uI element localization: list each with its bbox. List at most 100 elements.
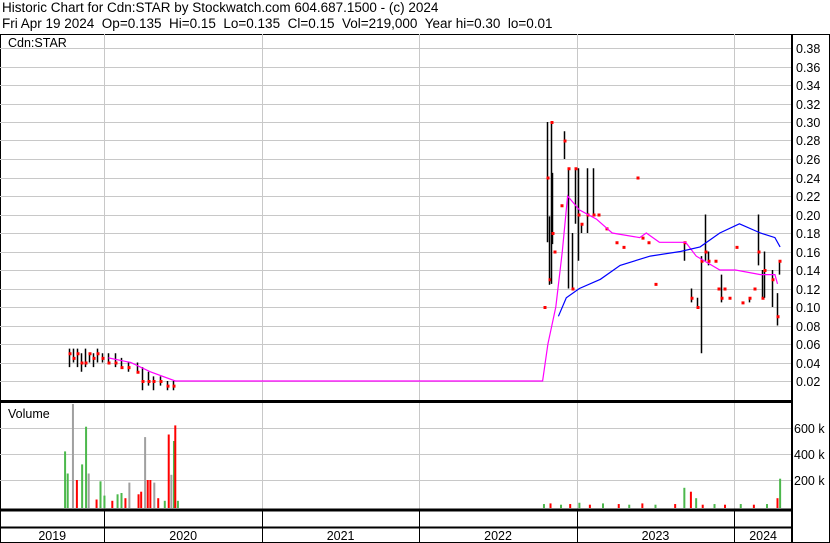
- price-tick-label: 0.12: [796, 283, 820, 297]
- close-marker: [543, 306, 547, 309]
- volume-bar: [695, 498, 698, 508]
- close-marker: [84, 361, 88, 365]
- close-marker: [166, 384, 170, 388]
- close-marker: [92, 356, 96, 360]
- volume-bar: [776, 498, 779, 508]
- price-tick-label: 0.28: [796, 134, 820, 148]
- volume-bar: [163, 500, 166, 508]
- close-marker: [615, 241, 619, 245]
- close-marker: [690, 296, 694, 300]
- volume-tick-label: 600 k: [794, 422, 825, 436]
- volume-bar: [701, 504, 704, 508]
- close-marker: [553, 250, 557, 254]
- volume-tick-label: 200 k: [794, 474, 825, 488]
- volume-bar: [140, 491, 143, 508]
- volume-bar: [779, 478, 782, 508]
- close-marker: [80, 361, 84, 365]
- close-marker: [647, 241, 651, 245]
- volume-tick-label: 400 k: [794, 448, 825, 462]
- volume-bar: [128, 482, 131, 508]
- volume-bar: [99, 481, 102, 508]
- close-marker: [68, 352, 72, 356]
- close-marker: [597, 213, 601, 217]
- volume-bar: [64, 451, 67, 508]
- close-marker: [550, 121, 554, 124]
- close-marker: [546, 176, 550, 180]
- volume-bar: [739, 504, 742, 508]
- volume-bar: [95, 499, 98, 508]
- volume-bar: [578, 502, 581, 508]
- year-label: 2022: [484, 529, 512, 543]
- volume-bar: [111, 500, 114, 508]
- close-marker: [717, 287, 721, 291]
- close-marker: [96, 352, 100, 356]
- year-label: 2023: [642, 529, 670, 543]
- close-marker: [159, 380, 163, 383]
- volume-bar: [674, 504, 677, 508]
- volume-bar: [713, 504, 716, 508]
- volume-bar: [569, 504, 572, 508]
- volume-bar: [116, 494, 119, 508]
- close-marker: [101, 356, 105, 360]
- close-marker: [152, 380, 156, 383]
- volume-bar: [71, 404, 74, 508]
- close-marker: [563, 139, 567, 143]
- volume-label: Volume: [8, 407, 50, 421]
- price-tick-label: 0.36: [796, 61, 820, 75]
- year-label: 2019: [38, 529, 66, 543]
- volume-bar: [124, 498, 127, 508]
- volume-bar: [560, 504, 563, 508]
- close-marker: [172, 384, 176, 388]
- price-tick-label: 0.26: [796, 153, 820, 167]
- price-tick-label: 0.20: [796, 209, 820, 223]
- symbol-label: Cdn:STAR: [8, 36, 67, 50]
- volume-bar: [75, 480, 78, 508]
- volume-bar: [103, 495, 106, 508]
- close-marker: [114, 361, 118, 365]
- close-marker: [622, 245, 626, 249]
- close-marker: [72, 356, 76, 360]
- volume-bar: [174, 425, 177, 508]
- price-tick-label: 0.32: [796, 98, 820, 112]
- close-marker: [577, 213, 581, 217]
- close-marker: [748, 296, 752, 300]
- close-marker: [714, 259, 718, 263]
- price-tick-label: 0.34: [796, 79, 820, 93]
- volume-bar: [617, 504, 620, 508]
- volume-bar: [602, 503, 604, 508]
- price-tick-label: 0.22: [796, 190, 820, 204]
- close-marker: [120, 366, 124, 370]
- close-marker: [757, 250, 761, 254]
- price-tick-label: 0.38: [796, 42, 820, 56]
- close-marker: [127, 366, 131, 370]
- close-marker: [107, 361, 111, 365]
- close-marker: [551, 232, 555, 235]
- chart-frame: [0, 34, 830, 543]
- volume-bar: [153, 482, 156, 508]
- close-marker: [654, 282, 658, 286]
- close-marker: [88, 352, 92, 356]
- volume-bar: [641, 503, 644, 508]
- volume-bar: [689, 491, 692, 508]
- close-marker: [76, 352, 80, 356]
- close-marker: [567, 167, 571, 171]
- volume-bar: [170, 474, 173, 508]
- close-marker: [636, 176, 640, 180]
- close-marker: [574, 167, 578, 171]
- volume-bar: [588, 504, 591, 508]
- volume-bar: [176, 500, 179, 508]
- close-marker: [136, 370, 140, 374]
- close-marker: [704, 250, 708, 254]
- volume-bar: [85, 426, 88, 508]
- close-marker: [728, 296, 732, 300]
- close-marker: [720, 296, 724, 300]
- close-marker: [753, 287, 757, 291]
- close-marker: [141, 380, 145, 383]
- price-tick-label: 0.10: [796, 301, 820, 315]
- close-marker: [580, 222, 584, 226]
- close-marker: [763, 269, 767, 272]
- volume-bar: [542, 504, 545, 508]
- year-label: 2020: [169, 529, 197, 543]
- volume-bar: [66, 473, 69, 508]
- volume-bar: [120, 493, 123, 508]
